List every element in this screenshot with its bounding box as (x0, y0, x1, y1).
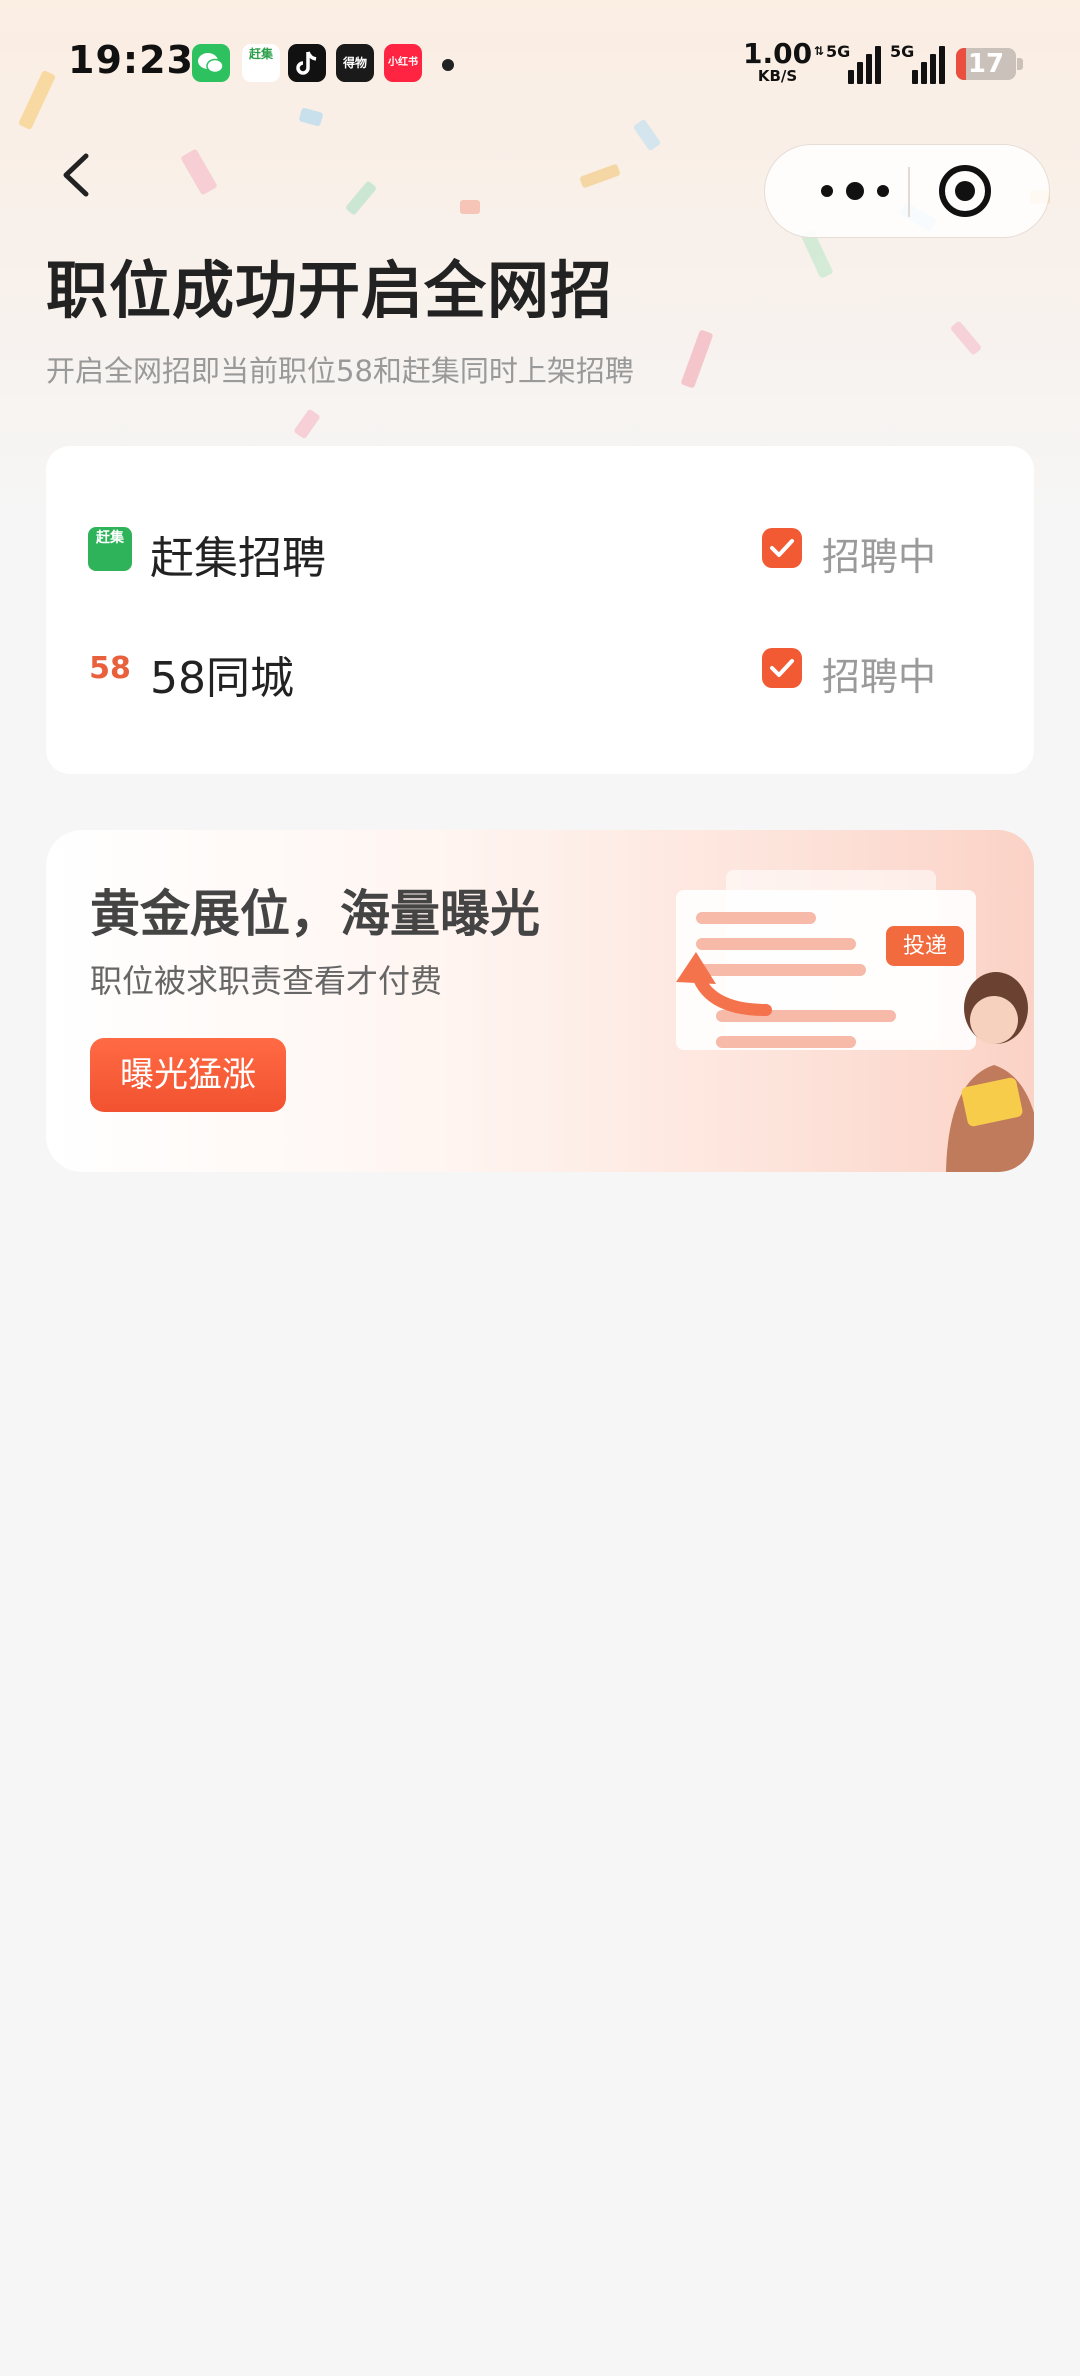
confetti-decoration (180, 148, 218, 196)
xiaohongshu-icon: 小红书 (384, 44, 422, 82)
network-speed-unit: KB/S (757, 67, 798, 85)
network-speed: 1.00 KB/S (743, 37, 813, 85)
confetti-decoration (949, 320, 983, 356)
ganji-app-label: 赶集 (248, 47, 273, 61)
confetti-decoration (344, 180, 378, 216)
promo-description: 职位被求职责查看才付费 (90, 962, 443, 1000)
back-button[interactable] (52, 148, 106, 202)
xiaohongshu-app-label: 小红书 (388, 57, 418, 68)
notification-dot (442, 59, 454, 71)
platform-status-card: 赶集 赶集招聘 招聘中 58 58同城 招聘中 (46, 446, 1034, 774)
boost-exposure-button[interactable]: 曝光猛涨 (90, 1038, 286, 1112)
checkbox-checked-icon (762, 528, 802, 568)
illustration-tag-text: 投递 (903, 934, 947, 959)
network-speed-value: 1.00 (743, 37, 813, 70)
ganji-logo-icon: 赶集 (88, 527, 132, 571)
signal-2-label: 5G (890, 42, 915, 61)
signal-icon: 5G (890, 42, 945, 84)
platform-row-58: 58 58同城 招聘中 (46, 618, 1034, 718)
page-subtitle: 开启全网招即当前职位58和赶集同时上架招聘 (46, 354, 634, 388)
douyin-icon (288, 44, 326, 82)
battery-icon: 17 (956, 48, 1016, 80)
platform-status: 招聘中 (822, 535, 937, 579)
confetti-decoration (293, 408, 321, 440)
platform-name: 赶集招聘 (150, 533, 326, 584)
miniprogram-capsule (764, 144, 1050, 238)
chevron-left-icon (63, 153, 89, 197)
confetti-decoration (579, 163, 621, 189)
resume-delivery-illustration: 投递 (676, 870, 1034, 1172)
platform-row-ganji: 赶集 赶集招聘 招聘中 (46, 498, 1034, 598)
ganji-app-icon: 赶集 (242, 44, 280, 82)
checkbox-checked-icon (762, 648, 802, 688)
target-close-icon (939, 165, 991, 217)
battery-tip (1017, 58, 1023, 70)
more-button[interactable] (805, 145, 905, 237)
signal-icon: 5G ⇅ (814, 42, 881, 84)
promo-title: 黄金展位，海量曝光 (90, 885, 540, 943)
confetti-decoration (680, 329, 714, 389)
more-dots-icon (821, 182, 889, 200)
battery-level: 17 (967, 49, 1005, 79)
58-logo-text: 58 (89, 651, 131, 686)
clock: 19:23 (68, 38, 194, 82)
58-logo-icon: 58 (88, 647, 132, 691)
ganji-logo-text: 赶集 (96, 530, 124, 546)
dewu-app-label: 得物 (342, 56, 367, 70)
platform-status: 招聘中 (822, 655, 937, 699)
status-bar: 19:23 赶集 得物 小红书 1.00 KB/S 5G ⇅ 5G 17 (0, 0, 1080, 120)
signal-1-label: 5G (826, 42, 851, 61)
confetti-decoration (632, 118, 662, 152)
close-miniprogram-button[interactable] (935, 161, 995, 221)
dewu-icon: 得物 (336, 44, 374, 82)
capsule-divider (908, 167, 910, 217)
promo-banner[interactable]: 黄金展位，海量曝光 职位被求职责查看才付费 曝光猛涨 投递 (46, 830, 1034, 1172)
wechat-icon (192, 44, 230, 82)
confetti-decoration (460, 200, 480, 214)
platform-name: 58同城 (150, 653, 294, 704)
page-title: 职位成功开启全网招 (46, 254, 614, 327)
